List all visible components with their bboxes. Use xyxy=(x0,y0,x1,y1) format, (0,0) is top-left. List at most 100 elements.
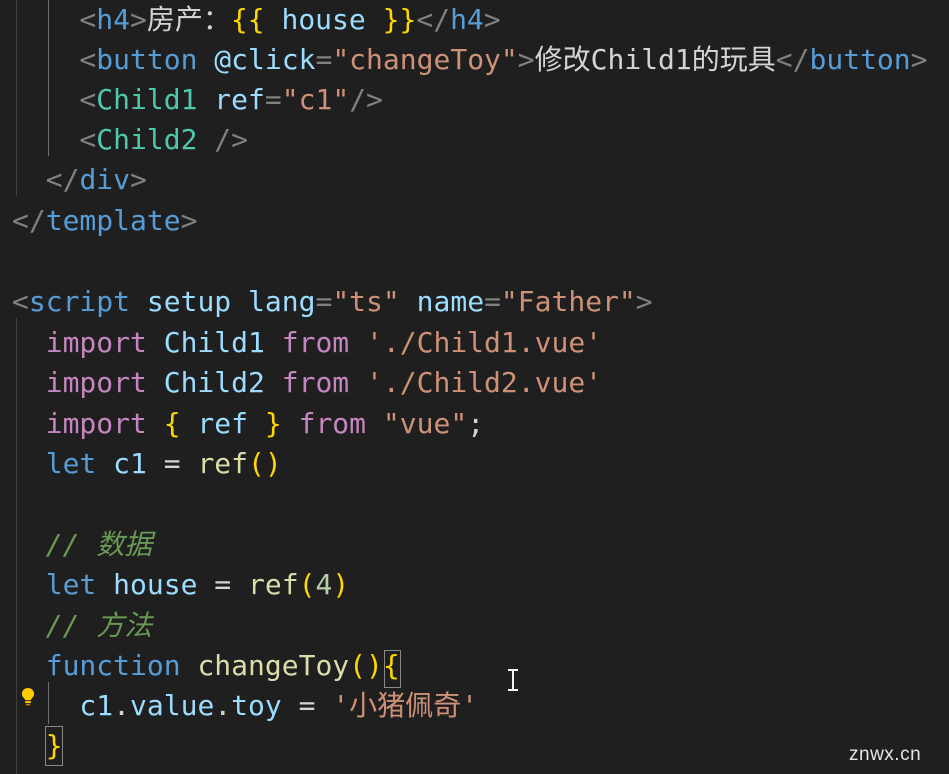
code-token: () xyxy=(349,649,383,682)
code-token: ref xyxy=(197,447,249,480)
code-token: import xyxy=(12,366,164,399)
code-line[interactable]: c1.value.toy = '小猪佩奇' xyxy=(0,686,478,726)
code-token: /> xyxy=(349,83,383,116)
code-line[interactable]: import Child1 from './Child1.vue' xyxy=(0,323,602,363)
code-token: Child2 xyxy=(163,366,265,399)
code-token: from xyxy=(281,407,383,440)
code-token: c1 xyxy=(113,447,147,480)
code-token: . xyxy=(214,689,232,722)
code-token: changeToy xyxy=(197,649,350,682)
code-token: value xyxy=(130,689,215,722)
code-line[interactable]: } xyxy=(0,726,63,766)
code-token: < xyxy=(12,285,29,318)
code-line[interactable]: import Child2 from './Child2.vue' xyxy=(0,363,602,403)
code-token: ; xyxy=(467,407,485,440)
code-token: = xyxy=(197,568,249,601)
code-token: {{ xyxy=(230,3,265,36)
code-line[interactable]: let c1 = ref() xyxy=(0,444,282,484)
code-token: 房产： xyxy=(146,3,231,36)
code-line[interactable]: let house = ref(4) xyxy=(0,565,349,605)
code-token: ref xyxy=(197,83,265,116)
code-line[interactable]: </template> xyxy=(0,201,197,241)
code-token: = xyxy=(281,689,333,722)
code-token: }} xyxy=(382,3,417,36)
code-token: "ts" xyxy=(332,285,400,318)
code-token: </ xyxy=(416,3,451,36)
code-token: script xyxy=(28,285,131,318)
code-token: div xyxy=(79,163,131,196)
code-token: { xyxy=(382,649,400,682)
text-cursor-ibeam xyxy=(506,668,520,691)
code-line[interactable]: <button @click="changeToy">修改Child1的玩具</… xyxy=(0,40,928,80)
code-token: import xyxy=(12,326,164,359)
code-line[interactable] xyxy=(0,485,12,525)
watermark-label: znwx.cn xyxy=(849,744,922,765)
code-token: "Father" xyxy=(500,285,636,318)
code-line[interactable]: import { ref } from "vue"; xyxy=(0,404,484,444)
code-line[interactable]: // 数据 xyxy=(0,525,153,565)
code-token: > xyxy=(130,3,147,36)
code-token: > xyxy=(130,163,147,196)
code-line[interactable]: <h4>房产：{{ house }}</h4> xyxy=(0,0,500,40)
code-token: } xyxy=(12,729,63,762)
code-token: </ xyxy=(12,163,80,196)
code-editor-surface[interactable]: <h4>房产：{{ house }}</h4> <button @click="… xyxy=(0,0,949,774)
code-token: "c1" xyxy=(281,83,350,116)
code-line[interactable]: </div> xyxy=(0,160,147,200)
code-line[interactable]: <Child2 /> xyxy=(0,120,248,160)
code-token: > xyxy=(635,285,653,318)
code-token: ) xyxy=(332,568,350,601)
code-token: name xyxy=(399,285,485,318)
code-token: button xyxy=(96,43,198,76)
code-token: Child1 xyxy=(96,83,198,116)
code-token: setup xyxy=(130,285,232,318)
code-line[interactable]: // 方法 xyxy=(0,606,153,646)
code-token: from xyxy=(264,366,367,399)
code-token: template xyxy=(45,204,181,237)
code-token: button xyxy=(809,43,911,76)
code-token: from xyxy=(264,326,367,359)
code-token: ( xyxy=(298,568,316,601)
code-token: Child2 xyxy=(96,123,198,156)
code-token: > xyxy=(180,204,198,237)
code-token: = xyxy=(264,83,282,116)
code-token: lang xyxy=(231,285,316,318)
code-token: let xyxy=(12,447,114,480)
code-token: ref xyxy=(180,407,265,440)
code-token: < xyxy=(12,83,97,116)
code-token: < xyxy=(12,123,97,156)
code-token: { xyxy=(163,407,181,440)
code-token: toy xyxy=(231,689,282,722)
code-token: /> xyxy=(197,123,249,156)
code-token: </ xyxy=(12,204,46,237)
code-token: "changeToy" xyxy=(332,43,518,76)
code-token: house xyxy=(113,568,198,601)
code-token: ref xyxy=(248,568,299,601)
code-token: function xyxy=(12,649,198,682)
code-token: 修改Child1的玩具 xyxy=(534,43,776,76)
lightbulb-icon[interactable] xyxy=(17,686,39,708)
code-token: Child1 xyxy=(163,326,265,359)
code-line[interactable] xyxy=(0,241,12,281)
code-token: = xyxy=(315,285,333,318)
code-token: > xyxy=(517,43,535,76)
code-token: . xyxy=(113,689,131,722)
code-token: '小猪佩奇' xyxy=(332,689,479,722)
code-token: let xyxy=(12,568,114,601)
code-line[interactable]: <Child1 ref="c1"/> xyxy=(0,80,383,120)
code-token: './Child1.vue' xyxy=(366,326,603,359)
code-token: > xyxy=(910,43,928,76)
code-token: = xyxy=(484,285,501,318)
code-token: () xyxy=(248,447,282,480)
code-token: = xyxy=(315,43,333,76)
code-token: @click xyxy=(197,43,316,76)
code-line[interactable]: <script setup lang="ts" name="Father"> xyxy=(0,282,653,322)
code-token: import xyxy=(12,407,164,440)
code-token: } xyxy=(264,407,282,440)
code-token: </ xyxy=(775,43,810,76)
code-token: 4 xyxy=(315,568,333,601)
code-token: < xyxy=(12,3,97,36)
code-token: // 数据 xyxy=(12,528,153,561)
code-line[interactable]: function changeToy(){ xyxy=(0,646,400,686)
code-token: // 方法 xyxy=(12,609,153,642)
